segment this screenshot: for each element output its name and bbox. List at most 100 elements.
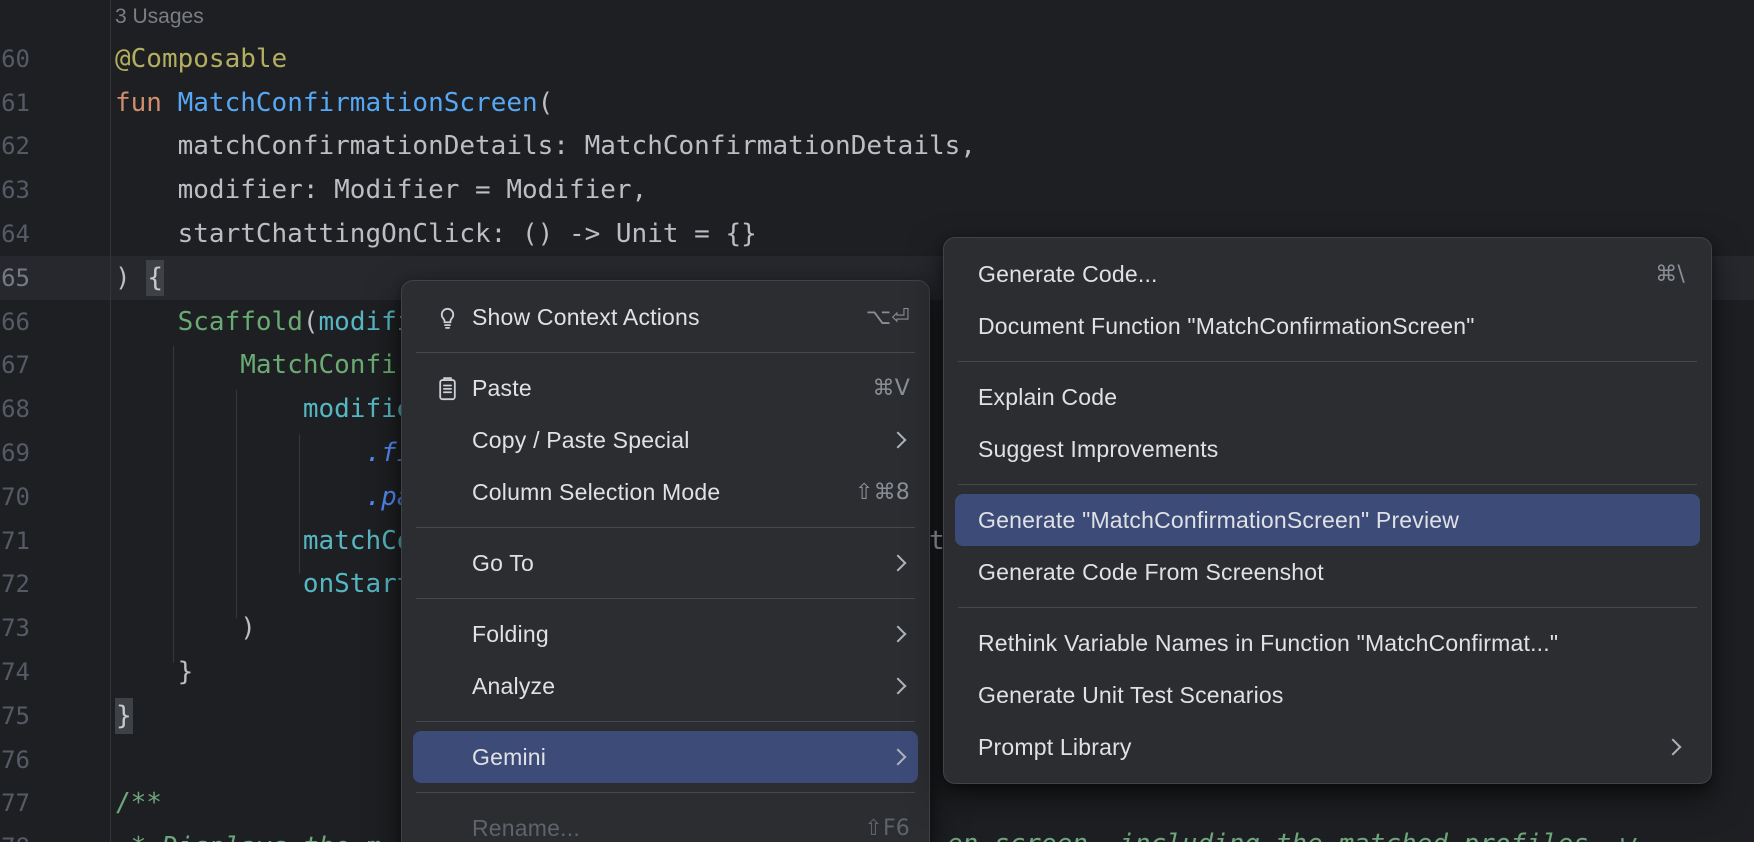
- chevron-right-icon: [1665, 739, 1682, 756]
- menu-item-label: Go To: [472, 550, 534, 577]
- code-line: @Composable: [115, 37, 287, 81]
- menu-item-label: Suggest Improvements: [978, 436, 1219, 463]
- menu-item-label: Rename...: [472, 815, 580, 842]
- code-line: * Displays the m: [115, 825, 381, 842]
- menu-item-suggest-improvements[interactable]: Suggest Improvements: [955, 423, 1700, 475]
- line-number: 68: [0, 387, 30, 431]
- shortcut-hint: ⇧⌘8: [835, 480, 910, 505]
- line-number: 76: [0, 738, 30, 782]
- menu-item-label: Generate Code From Screenshot: [978, 559, 1324, 586]
- menu-item-label: Gemini: [472, 744, 546, 771]
- menu-item-generate-code[interactable]: Generate Code... ⌘\: [955, 248, 1700, 300]
- menu-item-label: Analyze: [472, 673, 555, 700]
- menu-item-analyze[interactable]: Analyze: [413, 660, 918, 712]
- menu-item-rethink-variable-names[interactable]: Rethink Variable Names in Function "Matc…: [955, 617, 1700, 669]
- menu-item-go-to[interactable]: Go To: [413, 537, 918, 589]
- icon-placeholder: [433, 478, 461, 506]
- menu-separator: [416, 598, 915, 599]
- menu-item-copy-paste-special[interactable]: Copy / Paste Special: [413, 414, 918, 466]
- menu-item-label: Show Context Actions: [472, 304, 700, 331]
- menu-item-generate-unit-test-scenarios[interactable]: Generate Unit Test Scenarios: [955, 669, 1700, 721]
- menu-separator: [416, 792, 915, 793]
- menu-item-rename: Rename... ⇧F6: [413, 802, 918, 842]
- line-number: 71: [0, 519, 30, 563]
- icon-placeholder: [433, 672, 461, 700]
- line-number: 78: [0, 825, 30, 842]
- menu-item-label: Paste: [472, 375, 532, 402]
- line-number: 67: [0, 343, 30, 387]
- menu-item-document-function[interactable]: Document Function "MatchConfirmationScre…: [955, 300, 1700, 352]
- doc-comment-fragment: en screen, including the matched profile…: [947, 822, 1636, 842]
- icon-placeholder: [433, 426, 461, 454]
- menu-item-label: Explain Code: [978, 384, 1117, 411]
- menu-item-prompt-library[interactable]: Prompt Library: [955, 721, 1700, 773]
- line-number: 69: [0, 431, 30, 475]
- line-number: 66: [0, 300, 30, 344]
- menu-item-label: Copy / Paste Special: [472, 427, 690, 454]
- code-line: }: [115, 650, 193, 694]
- line-number: 64: [0, 212, 30, 256]
- icon-placeholder: [433, 549, 461, 577]
- code-line: startChattingOnClick: () -> Unit = {}: [115, 212, 757, 256]
- menu-item-show-context-actions[interactable]: Show Context Actions ⌥⏎: [413, 291, 918, 343]
- menu-item-label: Column Selection Mode: [472, 479, 720, 506]
- menu-item-label: Generate Code...: [978, 261, 1158, 288]
- menu-item-label: Document Function "MatchConfirmationScre…: [978, 313, 1475, 340]
- line-number: 63: [0, 168, 30, 212]
- code-line: ) {: [115, 256, 164, 300]
- line-number: 70: [0, 475, 30, 519]
- shortcut-hint: ⌥⏎: [846, 305, 910, 330]
- code-line: modifier: Modifier = Modifier,: [115, 168, 647, 212]
- shortcut-hint: ⌘\: [1635, 262, 1685, 287]
- icon-placeholder: [433, 620, 461, 648]
- code-line: /**: [115, 781, 162, 825]
- menu-item-label: Folding: [472, 621, 549, 648]
- chevron-right-icon: [890, 749, 907, 766]
- lightbulb-icon: [433, 303, 461, 331]
- code-line: matchConfirmationDetails: MatchConfirmat…: [115, 124, 976, 168]
- icon-placeholder: [433, 814, 461, 842]
- menu-item-paste[interactable]: Paste ⌘V: [413, 362, 918, 414]
- menu-separator: [958, 607, 1697, 608]
- line-number: 77: [0, 781, 30, 825]
- menu-item-label: Generate Unit Test Scenarios: [978, 682, 1284, 709]
- code-line: 3 Usages: [115, 0, 204, 37]
- paste-icon: [433, 374, 461, 402]
- shortcut-hint: ⇧F6: [844, 816, 910, 841]
- shortcut-hint: ⌘V: [853, 376, 910, 401]
- menu-separator: [416, 721, 915, 722]
- chevron-right-icon: [890, 555, 907, 572]
- editor-context-menu: Show Context Actions ⌥⏎ Paste ⌘V Copy / Past…: [401, 280, 930, 842]
- line-number: 75: [0, 694, 30, 738]
- menu-item-generate-code-from-screenshot[interactable]: Generate Code From Screenshot: [955, 546, 1700, 598]
- icon-placeholder: [433, 743, 461, 771]
- line-number: 62: [0, 124, 30, 168]
- menu-item-label: Prompt Library: [978, 734, 1132, 761]
- line-number: 74: [0, 650, 30, 694]
- line-number: 72: [0, 562, 30, 606]
- gemini-submenu: Generate Code... ⌘\ Document Function "Mat…: [943, 237, 1712, 784]
- gutter-separator: [110, 0, 111, 842]
- menu-item-generate-preview[interactable]: Generate "MatchConfirmationScreen" Previ…: [955, 494, 1700, 546]
- line-number: 73: [0, 606, 30, 650]
- code-line: }: [115, 694, 133, 738]
- menu-separator: [416, 352, 915, 353]
- menu-separator: [958, 484, 1697, 485]
- menu-separator: [416, 527, 915, 528]
- chevron-right-icon: [890, 678, 907, 695]
- menu-item-label: Rethink Variable Names in Function "Matc…: [978, 630, 1558, 657]
- menu-separator: [958, 361, 1697, 362]
- chevron-right-icon: [890, 626, 907, 643]
- code-line: fun MatchConfirmationScreen(: [115, 81, 553, 125]
- line-number: 60: [0, 37, 30, 81]
- menu-item-column-selection-mode[interactable]: Column Selection Mode ⇧⌘8: [413, 466, 918, 518]
- line-number: 65: [0, 256, 30, 300]
- menu-item-gemini[interactable]: Gemini: [413, 731, 918, 783]
- menu-item-explain-code[interactable]: Explain Code: [955, 371, 1700, 423]
- code-line: ): [115, 606, 256, 650]
- line-number: 61: [0, 81, 30, 125]
- menu-item-folding[interactable]: Folding: [413, 608, 918, 660]
- chevron-right-icon: [890, 432, 907, 449]
- ide-window: 60616263646566676869707172737475767778 3…: [0, 0, 1754, 842]
- menu-item-label: Generate "MatchConfirmationScreen" Previ…: [978, 507, 1459, 534]
